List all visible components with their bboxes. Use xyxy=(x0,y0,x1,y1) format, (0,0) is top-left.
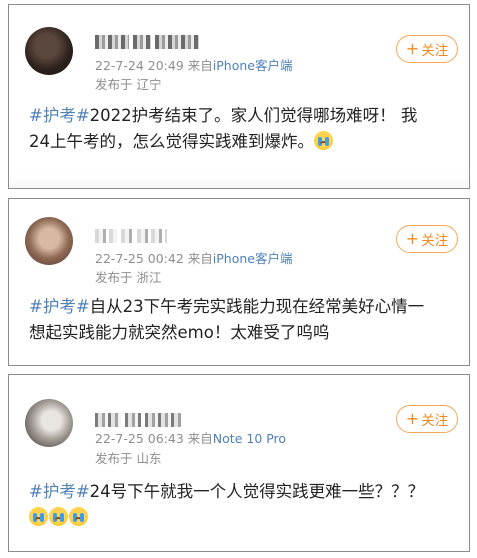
location-value: 浙江 xyxy=(136,270,162,285)
location-value: 山东 xyxy=(136,451,162,466)
follow-button[interactable]: + 关注 xyxy=(396,35,458,63)
crying-face-emoji-icon xyxy=(29,507,48,526)
follow-label: 关注 xyxy=(421,413,449,429)
hashtag-link[interactable]: #护考# xyxy=(29,482,90,501)
post-line-2: 24上午考的，怎么觉得实践难到爆炸。 xyxy=(29,129,455,155)
post-source-link[interactable]: iPhone客户端 xyxy=(213,251,293,266)
post-line-1: #护考#24号下午就我一个人觉得实践更难一些？？？ xyxy=(29,482,425,501)
post-location: 发布于 山东 xyxy=(95,450,162,467)
avatar[interactable] xyxy=(25,217,73,265)
post-line-2: 想起实践能力就突然emo！太难受了呜呜 xyxy=(29,323,330,342)
post-card: 22-7-25 00:42 来自iPhone客户端 发布于 浙江 + 关注 #护… xyxy=(8,198,470,366)
post-source-link[interactable]: iPhone客户端 xyxy=(213,58,293,73)
source-prefix: 来自 xyxy=(187,58,213,73)
post-location: 发布于 辽宁 xyxy=(95,76,162,93)
follow-label: 关注 xyxy=(421,233,449,249)
post-text: #护考#自从23下午考完实践能力现在经常美好心情一 想起实践能力就突然emo！太… xyxy=(29,294,455,346)
post-meta: 22-7-24 20:49 来自iPhone客户端 xyxy=(95,57,293,74)
post-line-1: #护考#2022护考结束了。家人们觉得哪场难呀！ 我 xyxy=(29,106,418,125)
location-value: 辽宁 xyxy=(136,77,162,92)
post-line-1: #护考#自从23下午考完实践能力现在经常美好心情一 xyxy=(29,297,425,316)
post-time: 22-7-25 00:42 xyxy=(95,251,184,266)
post-meta: 22-7-25 06:43 来自Note 10 Pro xyxy=(95,430,286,447)
post-source-link[interactable]: Note 10 Pro xyxy=(213,431,286,446)
plus-icon: + xyxy=(405,229,420,248)
username-blurred[interactable] xyxy=(95,225,215,243)
post-meta: 22-7-25 00:42 来自iPhone客户端 xyxy=(95,250,293,267)
post-location: 发布于 浙江 xyxy=(95,269,162,286)
post-text: #护考#24号下午就我一个人觉得实践更难一些？？？ xyxy=(29,479,455,531)
source-prefix: 来自 xyxy=(187,251,213,266)
crying-face-emoji-icon xyxy=(69,507,88,526)
location-label: 发布于 xyxy=(95,270,133,285)
follow-button[interactable]: + 关注 xyxy=(396,405,458,433)
avatar[interactable] xyxy=(25,27,73,75)
hashtag-link[interactable]: #护考# xyxy=(29,106,90,125)
avatar[interactable] xyxy=(25,399,73,447)
plus-icon: + xyxy=(405,409,420,428)
post-card: 22-7-24 20:49 来自iPhone客户端 发布于 辽宁 + 关注 #护… xyxy=(8,4,470,189)
username-blurred[interactable] xyxy=(95,31,215,49)
location-label: 发布于 xyxy=(95,77,133,92)
post-text: #护考#2022护考结束了。家人们觉得哪场难呀！ 我 24上午考的，怎么觉得实践… xyxy=(29,103,455,155)
hashtag-link[interactable]: #护考# xyxy=(29,297,90,316)
source-prefix: 来自 xyxy=(187,431,213,446)
card-footer-strip xyxy=(9,174,469,188)
post-line-2 xyxy=(29,505,455,531)
post-time: 22-7-24 20:49 xyxy=(95,58,184,73)
post-time: 22-7-25 06:43 xyxy=(95,431,184,446)
follow-label: 关注 xyxy=(421,43,449,59)
location-label: 发布于 xyxy=(95,451,133,466)
post-card: 22-7-25 06:43 来自Note 10 Pro 发布于 山东 + 关注 … xyxy=(8,374,470,552)
plus-icon: + xyxy=(405,39,420,58)
username-blurred[interactable] xyxy=(95,409,215,427)
follow-button[interactable]: + 关注 xyxy=(396,225,458,253)
crying-face-emoji-icon xyxy=(314,131,333,150)
crying-face-emoji-icon xyxy=(49,507,68,526)
